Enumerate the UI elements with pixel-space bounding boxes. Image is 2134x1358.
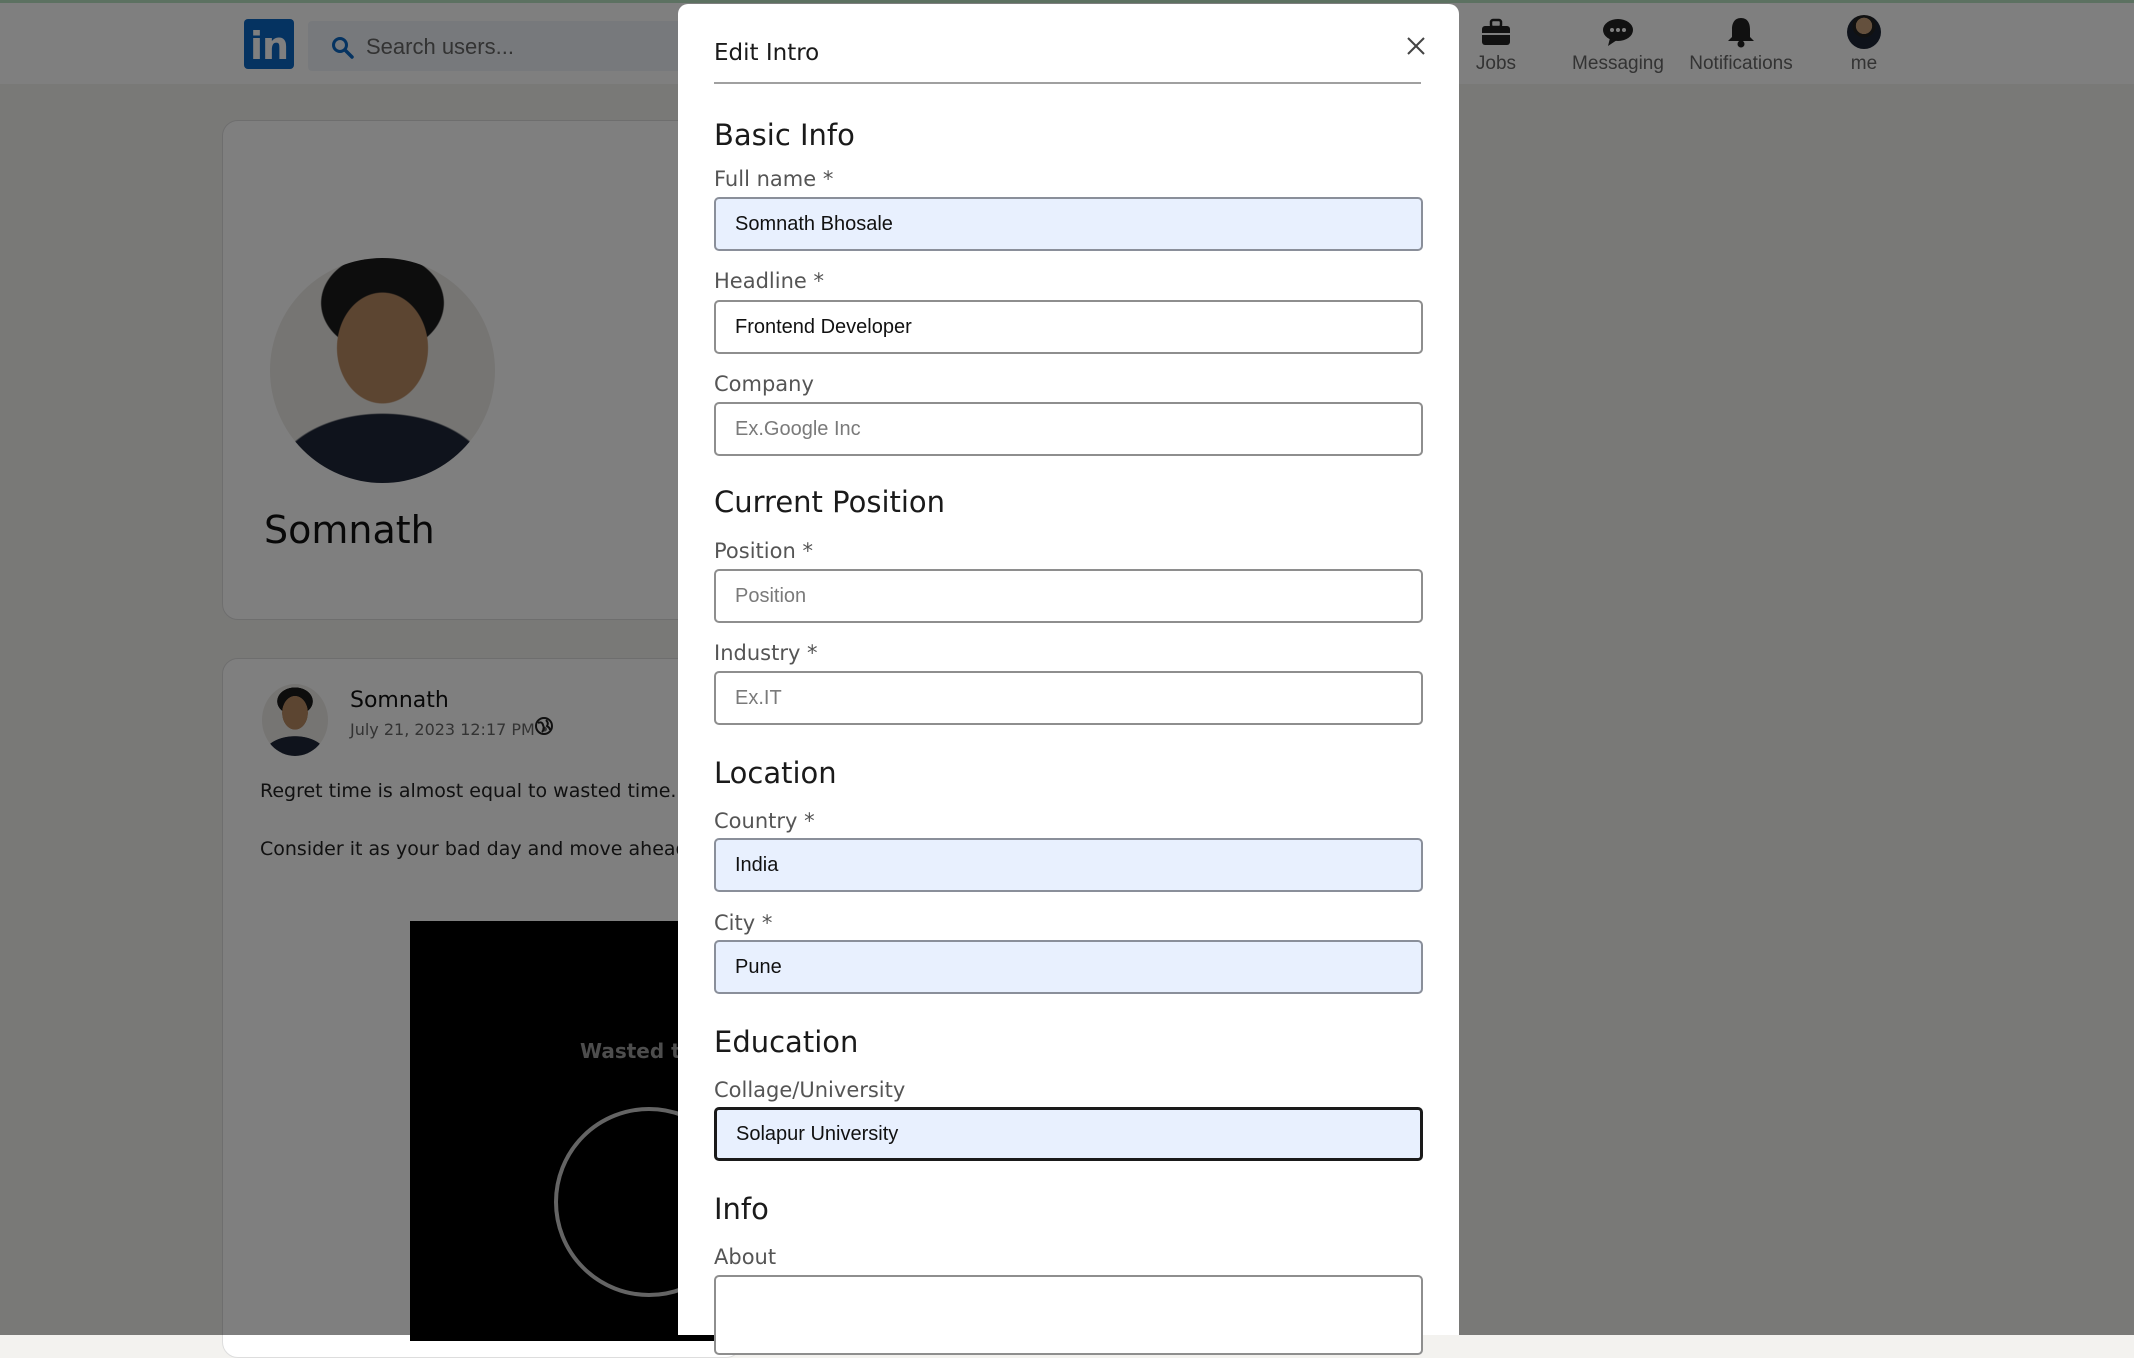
industry-label: Industry * (714, 641, 818, 665)
headline-input[interactable] (714, 300, 1423, 354)
country-label: Country * (714, 809, 815, 833)
section-education: Education (714, 1025, 859, 1059)
full-name-input[interactable] (714, 197, 1423, 251)
about-label: About (714, 1245, 777, 1269)
industry-input[interactable] (714, 671, 1423, 725)
city-input[interactable] (714, 940, 1423, 994)
country-input[interactable] (714, 838, 1423, 892)
close-icon[interactable] (1402, 32, 1430, 60)
edit-intro-modal: Edit Intro Basic Info Full name * Headli… (678, 4, 1459, 1355)
full-name-label: Full name * (714, 167, 834, 191)
college-input[interactable] (714, 1107, 1423, 1161)
section-info: Info (714, 1192, 769, 1226)
position-label: Position * (714, 539, 813, 563)
section-basic-info: Basic Info (714, 118, 855, 152)
section-location: Location (714, 756, 837, 790)
headline-label: Headline * (714, 269, 824, 293)
college-label: Collage/University (714, 1078, 906, 1102)
title-divider (714, 82, 1421, 84)
position-input[interactable] (714, 569, 1423, 623)
about-textarea[interactable] (714, 1275, 1423, 1355)
company-input[interactable] (714, 402, 1423, 456)
company-label: Company (714, 372, 814, 396)
section-current-position: Current Position (714, 485, 946, 519)
modal-title: Edit Intro (714, 40, 820, 66)
city-label: City * (714, 911, 773, 935)
